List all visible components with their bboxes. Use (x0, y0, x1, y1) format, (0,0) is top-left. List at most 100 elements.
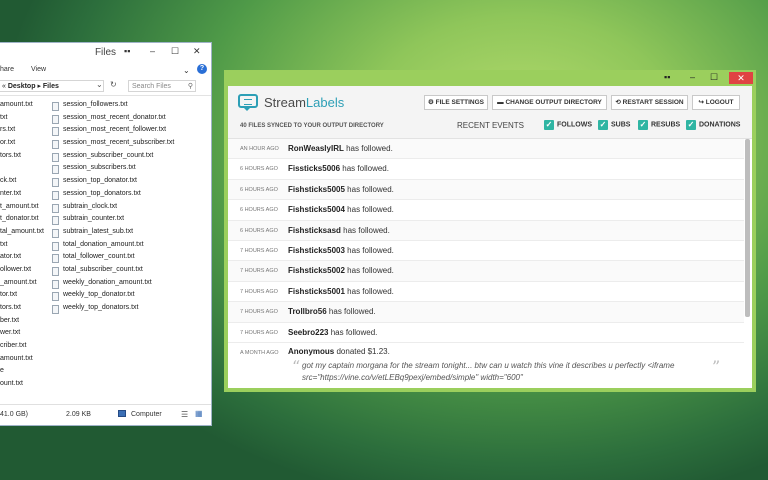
event-username: Fissticks5006 (288, 164, 341, 174)
explorer-maximize-icon[interactable]: ☐ (171, 46, 179, 57)
event-username: Fishsticks5005 (288, 184, 345, 194)
list-item[interactable]: txt (0, 114, 44, 127)
list-item[interactable]: ollower.txt (0, 266, 44, 279)
explorer-status-bar: 41.0 GB) 2.09 KB Computer ☰ ▦ (0, 404, 211, 425)
logo-word-stream: Stream (264, 95, 306, 110)
list-item[interactable]: amount.txt (0, 101, 44, 114)
filter-follows-checkbox[interactable]: ✓ FOLLOWS (544, 120, 592, 130)
logout-label: LOGOUT (705, 99, 734, 106)
address-segment-files[interactable]: Files (43, 83, 59, 90)
explorer-minimize-icon[interactable]: – (150, 46, 155, 56)
list-item[interactable]: ber.txt (0, 317, 44, 330)
feed-scrollbar[interactable] (745, 139, 750, 317)
synced-status-text: 40 FILES SYNCED TO YOUR OUTPUT DIRECTORY (240, 123, 384, 129)
list-item[interactable]: session_top_donator.txt (52, 177, 174, 190)
list-item[interactable]: session_most_recent_subscriber.txt (52, 139, 174, 152)
event-action: has followed. (347, 184, 394, 194)
event-row: 7 HOURS AGO Fishsticks5002 has followed. (228, 261, 744, 282)
minimize-icon[interactable]: – (690, 72, 695, 82)
app-content: StreamLabels ⚙ FILE SETTINGS ▬ CHANGE OU… (228, 86, 752, 388)
list-item[interactable]: session_followers.txt (52, 101, 174, 114)
maximize-icon[interactable]: ☐ (710, 72, 718, 83)
list-item[interactable]: t_amount.txt (0, 203, 44, 216)
list-item[interactable]: session_subscriber_count.txt (52, 152, 174, 165)
checkmark-icon: ✓ (686, 120, 696, 130)
list-item[interactable]: or.txt (0, 139, 44, 152)
list-item[interactable]: t_donator.txt (0, 215, 44, 228)
large-icons-view-icon[interactable]: ▦ (195, 409, 203, 418)
list-item[interactable]: ator.txt (0, 253, 44, 266)
details-view-icon[interactable]: ☰ (181, 410, 188, 419)
list-item[interactable]: tors.txt (0, 304, 44, 317)
list-item[interactable]: session_most_recent_follower.txt (52, 126, 174, 139)
list-item[interactable]: _amount.txt (0, 279, 44, 292)
event-time: 7 HOURS AGO (240, 288, 278, 295)
event-time: A MONTH AGO (240, 350, 279, 356)
list-item[interactable]: nter.txt (0, 190, 44, 203)
explorer-close-icon[interactable]: ✕ (193, 46, 201, 57)
address-dropdown-icon[interactable]: ⌄ (96, 80, 103, 89)
list-item[interactable]: rs.txt (0, 126, 44, 139)
event-time: 7 HOURS AGO (240, 268, 278, 275)
file-settings-button[interactable]: ⚙ FILE SETTINGS (424, 95, 488, 110)
list-item[interactable]: criber.txt (0, 342, 44, 355)
list-item[interactable]: weekly_top_donators.txt (52, 304, 174, 317)
list-item[interactable]: ck.txt (0, 177, 44, 190)
event-username: Fishsticks5004 (288, 205, 345, 215)
file-settings-label: FILE SETTINGS (435, 99, 485, 106)
list-item[interactable]: total_subscriber_count.txt (52, 266, 174, 279)
filter-donations-checkbox[interactable]: ✓ DONATIONS (686, 120, 740, 130)
close-quote-icon: ” (712, 357, 721, 376)
list-item[interactable]: total_donation_amount.txt (52, 241, 174, 254)
event-row: AN HOUR AGO RonWeaslyIRL has followed. (228, 139, 744, 160)
ribbon-tab-view[interactable]: View (31, 66, 46, 73)
list-item[interactable]: e (0, 367, 44, 380)
list-item[interactable]: subtrain_clock.txt (52, 203, 174, 216)
event-row: 6 HOURS AGO Fishsticks5004 has followed. (228, 200, 744, 221)
restore-icon[interactable]: ▪▪ (664, 72, 670, 82)
explorer-restore-icon[interactable]: ▪▪ (124, 46, 130, 56)
list-item[interactable]: tor.txt (0, 291, 44, 304)
list-item[interactable] (0, 164, 44, 177)
explorer-ribbon: hare View ⌄ ? (0, 63, 211, 77)
change-output-directory-button[interactable]: ▬ CHANGE OUTPUT DIRECTORY (492, 95, 607, 110)
list-item[interactable]: ount.txt (0, 380, 44, 393)
event-time: 6 HOURS AGO (240, 166, 278, 173)
list-item[interactable]: weekly_top_donator.txt (52, 291, 174, 304)
list-item[interactable]: wer.txt (0, 329, 44, 342)
restart-session-button[interactable]: ⟲ RESTART SESSION (611, 95, 688, 110)
file-list-left-column: amount.txt txt rs.txt or.txt tors.txt ck… (0, 101, 44, 393)
event-action: has followed. (342, 164, 389, 174)
list-item[interactable]: subtrain_latest_sub.txt (52, 228, 174, 241)
list-item[interactable]: amount.txt (0, 355, 44, 368)
list-item[interactable]: weekly_donation_amount.txt (52, 279, 174, 292)
folder-icon: ▬ (497, 99, 504, 106)
close-icon[interactable]: ✕ (729, 72, 753, 84)
ribbon-tab-share[interactable]: hare (0, 66, 14, 73)
event-time: 6 HOURS AGO (240, 227, 278, 234)
help-icon[interactable]: ? (197, 64, 207, 74)
event-row: 6 HOURS AGO Fishsticksasd has followed. (228, 220, 744, 241)
address-bar[interactable]: « Desktop ▸ Files (0, 80, 104, 92)
refresh-icon[interactable]: ↻ (110, 80, 117, 89)
search-input[interactable]: Search Files ⚲ (128, 80, 196, 92)
event-row: 7 HOURS AGO Fishsticks5001 has followed. (228, 282, 744, 303)
event-time: 7 HOURS AGO (240, 309, 278, 316)
status-location: Computer (131, 411, 162, 418)
donation-event-row: A MONTH AGO Anonymous donated $1.23. “ g… (228, 343, 744, 388)
filter-resubs-checkbox[interactable]: ✓ RESUBS (638, 120, 680, 130)
list-item[interactable]: tors.txt (0, 152, 44, 165)
filter-resubs-label: RESUBS (651, 121, 681, 129)
list-item[interactable]: total_follower_count.txt (52, 253, 174, 266)
ribbon-expand-icon[interactable]: ⌄ (183, 66, 190, 75)
list-item[interactable]: session_top_donators.txt (52, 190, 174, 203)
list-item[interactable]: subtrain_counter.txt (52, 215, 174, 228)
filter-subs-checkbox[interactable]: ✓ SUBS (598, 120, 630, 130)
list-item[interactable]: tal_amount.txt (0, 228, 44, 241)
logout-button[interactable]: ↪ LOGOUT (692, 95, 740, 110)
list-item[interactable]: session_most_recent_donator.txt (52, 114, 174, 127)
list-item[interactable]: txt (0, 241, 44, 254)
event-action: has followed. (347, 245, 394, 255)
address-segment-desktop[interactable]: Desktop (8, 83, 36, 90)
list-item[interactable]: session_subscribers.txt (52, 164, 174, 177)
